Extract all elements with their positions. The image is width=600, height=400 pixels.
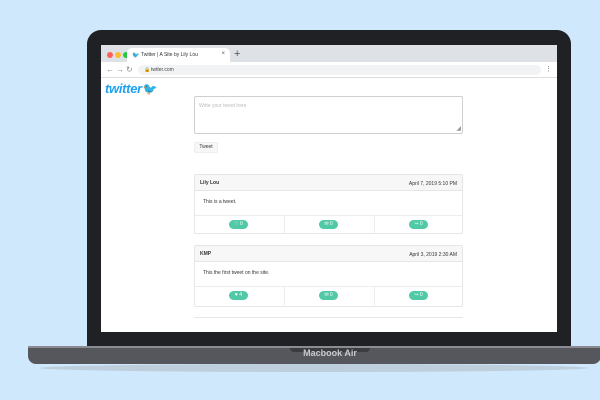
close-window-dot[interactable] bbox=[107, 52, 113, 58]
tweet-actions: ♡ 0 ✉ 0 ↪ 0 bbox=[195, 215, 464, 234]
logo-text: twitter bbox=[105, 81, 142, 96]
url-text[interactable]: twtter.com bbox=[151, 67, 174, 73]
comment-cell: ✉ 0 bbox=[285, 216, 375, 234]
tweet-compose-textarea[interactable]: Write your tweet here ◢ bbox=[194, 96, 463, 134]
like-button[interactable]: ♡ 0 bbox=[229, 220, 248, 229]
like-button[interactable]: ♥ 4 bbox=[229, 291, 248, 300]
tweet-button[interactable]: Tweet bbox=[194, 142, 218, 153]
laptop-model-label: Macbook Air bbox=[303, 348, 357, 358]
comment-button[interactable]: ✉ 0 bbox=[319, 220, 338, 229]
divider bbox=[194, 317, 463, 318]
resize-handle-icon[interactable]: ◢ bbox=[456, 126, 461, 132]
forward-arrow-icon[interactable]: → bbox=[116, 65, 124, 74]
tweet-date: April 7, 2019 5:10 PM bbox=[408, 181, 457, 187]
retweet-button[interactable]: ↪ 0 bbox=[409, 220, 428, 229]
laptop-shadow bbox=[40, 364, 588, 372]
tweet-author[interactable]: Lily Lou bbox=[200, 180, 219, 186]
tweet-header: KMP April 3, 2019 2:30 AM bbox=[195, 246, 462, 262]
tweet-text: This is a tweet. bbox=[203, 199, 237, 205]
tweet-card: KMP April 3, 2019 2:30 AM This the first… bbox=[194, 245, 463, 307]
twitter-bird-icon: 🐦 bbox=[142, 82, 158, 96]
like-cell: ♡ 0 bbox=[195, 216, 285, 234]
lock-icon: 🔒 bbox=[144, 67, 151, 73]
retweet-cell: ↪ 0 bbox=[375, 287, 464, 305]
tweet-actions: ♥ 4 ✉ 0 ↪ 0 bbox=[195, 286, 464, 305]
browser-tab-bar: 🐦 Twitter | A Site by Lily Lou × + bbox=[101, 45, 557, 62]
retweet-cell: ↪ 0 bbox=[375, 216, 464, 234]
screen: 🐦 Twitter | A Site by Lily Lou × + ← → ↻… bbox=[101, 45, 557, 332]
tweet-card: Lily Lou April 7, 2019 5:10 PM This is a… bbox=[194, 174, 463, 234]
close-icon[interactable]: × bbox=[221, 51, 225, 57]
retweet-button[interactable]: ↪ 0 bbox=[409, 291, 428, 300]
tweet-text: This the first tweet on the site. bbox=[203, 270, 270, 276]
twitter-bird-icon: 🐦 bbox=[132, 53, 140, 59]
tweet-author[interactable]: KMP bbox=[200, 251, 211, 257]
browser-tab[interactable]: 🐦 Twitter | A Site by Lily Lou × bbox=[127, 48, 230, 62]
compose-placeholder: Write your tweet here bbox=[199, 103, 247, 109]
address-bar[interactable]: 🔒 twtter.com bbox=[138, 65, 541, 75]
reload-icon[interactable]: ↻ bbox=[126, 65, 133, 74]
tweet-header: Lily Lou April 7, 2019 5:10 PM bbox=[195, 175, 462, 191]
comment-button[interactable]: ✉ 0 bbox=[319, 291, 338, 300]
address-row: ← → ↻ 🔒 twtter.com ⋮ bbox=[101, 62, 557, 78]
minimize-window-dot[interactable] bbox=[115, 52, 121, 58]
tab-title: Twitter | A Site by Lily Lou bbox=[141, 52, 198, 58]
like-cell: ♥ 4 bbox=[195, 287, 285, 305]
back-arrow-icon[interactable]: ← bbox=[106, 65, 114, 74]
new-tab-button[interactable]: + bbox=[234, 48, 240, 60]
twitter-logo[interactable]: twitter🐦 bbox=[105, 81, 158, 96]
comment-cell: ✉ 0 bbox=[285, 287, 375, 305]
browser-menu-icon[interactable]: ⋮ bbox=[545, 65, 552, 74]
tweet-date: April 3, 2019 2:30 AM bbox=[409, 252, 457, 258]
